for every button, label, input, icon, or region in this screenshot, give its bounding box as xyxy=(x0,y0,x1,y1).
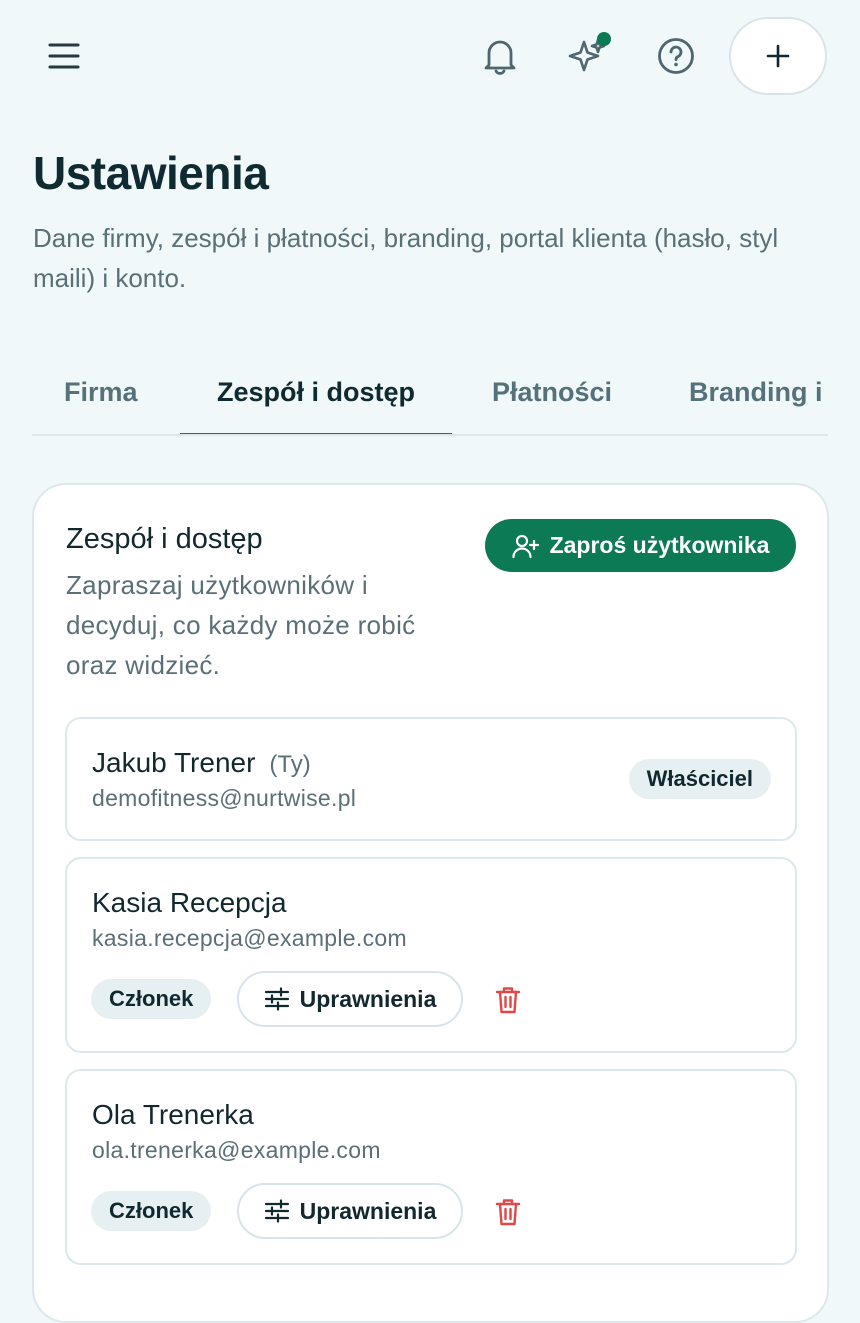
add-button[interactable] xyxy=(729,17,827,95)
member-name-line: Jakub Trener (Ty) xyxy=(92,747,311,779)
role-badge: Członek xyxy=(91,979,212,1019)
sliders-icon xyxy=(264,1199,289,1223)
role-badge: Członek xyxy=(91,1191,212,1231)
help-icon[interactable] xyxy=(648,28,704,84)
team-member-row: Kasia Recepcja kasia.recepcja@example.co… xyxy=(65,857,797,1053)
team-access-card: Zespół i dostęp Zapraszaj użytkowników i… xyxy=(32,483,829,1323)
permissions-button[interactable]: Uprawnienia xyxy=(237,971,463,1027)
invite-user-button[interactable]: Zaproś użytkownika xyxy=(485,519,796,572)
tab-payments[interactable]: Płatności xyxy=(492,350,612,434)
trash-icon xyxy=(495,987,521,1014)
member-name: Jakub Trener xyxy=(92,747,256,778)
tab-branding[interactable]: Branding i xyxy=(689,350,823,434)
member-email: ola.trenerka@example.com xyxy=(92,1137,381,1163)
menu-icon[interactable] xyxy=(36,28,92,84)
permissions-label: Uprawnienia xyxy=(299,1197,437,1224)
member-email: kasia.recepcja@example.com xyxy=(92,925,407,951)
member-name: Ola Trenerka xyxy=(92,1099,254,1130)
section-title: Zespół i dostęp xyxy=(66,523,263,555)
page-title: Ustawienia xyxy=(33,147,269,199)
bell-icon[interactable] xyxy=(472,28,528,84)
settings-tabs: Firma Zespół i dostęp Płatności Branding… xyxy=(32,350,828,436)
tab-firma[interactable]: Firma xyxy=(64,350,138,434)
you-label: (Ty) xyxy=(269,751,311,778)
team-member-row: Ola Trenerka ola.trenerka@example.com Cz… xyxy=(65,1069,797,1265)
team-member-row: Jakub Trener (Ty) demofitness@nurtwise.pl… xyxy=(65,717,797,841)
tab-team-access[interactable]: Zespół i dostęp xyxy=(180,350,452,434)
member-name: Kasia Recepcja xyxy=(92,887,287,918)
permissions-label: Uprawnienia xyxy=(299,985,437,1012)
plus-icon xyxy=(766,44,790,68)
trash-icon xyxy=(495,1199,521,1226)
top-bar xyxy=(0,0,860,112)
sliders-icon xyxy=(264,987,289,1011)
delete-member-button[interactable] xyxy=(487,980,529,1020)
section-description: Zapraszaj użytkowników i decyduj, co każ… xyxy=(66,570,416,680)
user-plus-icon xyxy=(511,534,539,558)
role-badge: Właściciel xyxy=(628,759,771,799)
notification-dot xyxy=(597,32,611,46)
page-subtitle: Dane firmy, zespół i płatności, branding… xyxy=(33,223,779,293)
invite-user-label: Zaproś użytkownika xyxy=(549,532,770,558)
permissions-button[interactable]: Uprawnienia xyxy=(237,1183,463,1239)
member-email: demofitness@nurtwise.pl xyxy=(92,785,357,811)
delete-member-button[interactable] xyxy=(487,1192,529,1232)
